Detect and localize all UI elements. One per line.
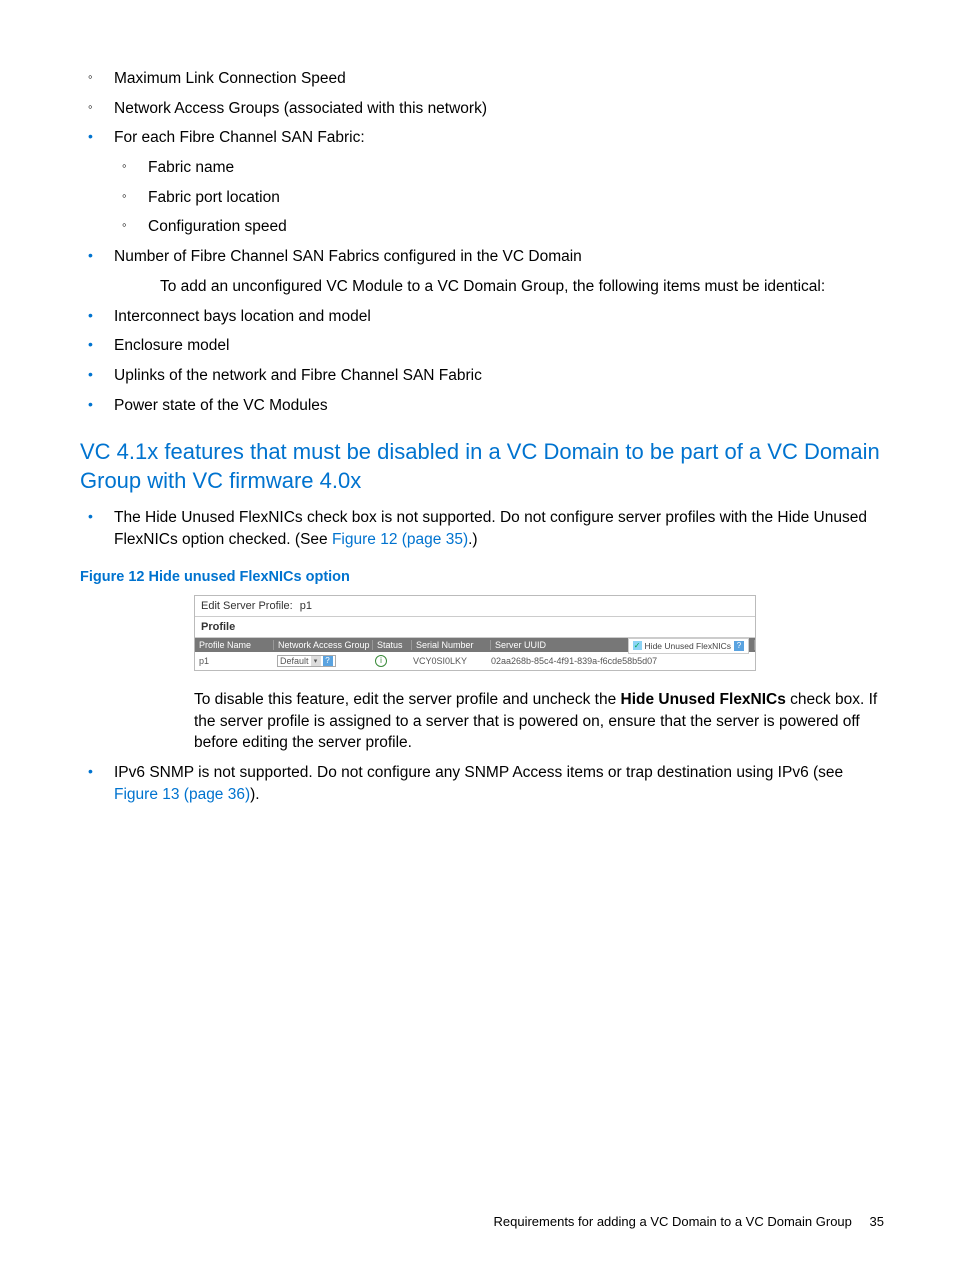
feature2-text-a: IPv6 SNMP is not supported. Do not confi…: [114, 764, 843, 781]
list-item: The Hide Unused FlexNICs check box is no…: [80, 507, 884, 550]
page-number: 35: [870, 1214, 884, 1229]
identical-items-list: Interconnect bays location and model Enc…: [80, 306, 884, 417]
hide-flexnics-label: Hide Unused FlexNICs: [645, 641, 731, 651]
feature1-text-b: .): [468, 531, 477, 548]
list-item: Fabric name: [114, 157, 884, 179]
section-heading: VC 4.1x features that must be disabled i…: [80, 438, 884, 495]
figure-12-caption: Figure 12 Hide unused FlexNICs option: [80, 569, 884, 585]
figure-12: Edit Server Profile: p1 Profile Profile …: [194, 595, 756, 671]
edit-profile-row: Edit Server Profile: p1: [195, 596, 755, 616]
list-item: Maximum Link Connection Speed: [80, 68, 884, 90]
fc-sublist: Fabric name Fabric port location Configu…: [114, 157, 884, 238]
header-nag: Network Access Group: [274, 640, 373, 650]
chevron-down-icon[interactable]: ▾: [311, 656, 321, 666]
cell-status: i: [371, 655, 409, 667]
status-ok-icon: i: [375, 655, 387, 667]
header-profile-name: Profile Name: [195, 640, 274, 650]
network-sublist: Maximum Link Connection Speed Network Ac…: [80, 68, 884, 119]
figure-12-link[interactable]: Figure 12 (page 35): [332, 531, 468, 548]
cell-profile-name: p1: [195, 656, 273, 666]
cell-uuid: 02aa268b-85c4-4f91-839a-f6cde58b5d07: [487, 656, 755, 666]
document-page: Maximum Link Connection Speed Network Ac…: [0, 0, 954, 853]
feature2-text-b: ).: [250, 786, 259, 803]
list-item: Configuration speed: [114, 216, 884, 238]
nag-select[interactable]: Default ▾ ?: [277, 655, 336, 667]
disable-text-bold: Hide Unused FlexNICs: [621, 691, 786, 708]
list-item: Interconnect bays location and model: [80, 306, 884, 328]
edit-profile-label: Edit Server Profile:: [201, 600, 293, 612]
cell-serial: VCY0SI0LKY: [409, 656, 487, 666]
figure-13-link[interactable]: Figure 13 (page 36): [114, 786, 250, 803]
feature1-text-a: The Hide Unused FlexNICs check box is no…: [114, 509, 867, 548]
list-item: Enclosure model: [80, 335, 884, 357]
nag-value: Default: [280, 656, 309, 666]
list-item: Number of Fibre Channel SAN Fabrics conf…: [80, 246, 884, 268]
features-list-2: IPv6 SNMP is not supported. Do not confi…: [80, 762, 884, 805]
disable-text-a: To disable this feature, edit the server…: [194, 691, 621, 708]
header-serial: Serial Number: [412, 640, 491, 650]
features-list: The Hide Unused FlexNICs check box is no…: [80, 507, 884, 550]
list-item: Power state of the VC Modules: [80, 395, 884, 417]
checkbox-icon[interactable]: ✓: [633, 641, 642, 650]
fc-bullet-list: For each Fibre Channel SAN Fabric: Fabri…: [80, 127, 884, 267]
list-item: Uplinks of the network and Fibre Channel…: [80, 365, 884, 387]
list-item: For each Fibre Channel SAN Fabric: Fabri…: [80, 127, 884, 238]
table-row: p1 Default ▾ ? i VCY0SI0LKY 02aa268b-85c…: [195, 652, 755, 670]
help-icon[interactable]: ?: [323, 656, 333, 666]
cell-nag: Default ▾ ?: [273, 655, 371, 667]
list-item: Fabric port location: [114, 187, 884, 209]
header-status: Status: [373, 640, 412, 650]
fc-item-label: For each Fibre Channel SAN Fabric:: [114, 129, 365, 146]
edit-profile-value: p1: [300, 600, 312, 612]
profile-section-label: Profile: [195, 616, 755, 637]
add-unconfigured-para: To add an unconfigured VC Module to a VC…: [160, 276, 884, 298]
list-item: IPv6 SNMP is not supported. Do not confi…: [80, 762, 884, 805]
footer-text: Requirements for adding a VC Domain to a…: [494, 1214, 852, 1229]
disable-feature-para: To disable this feature, edit the server…: [194, 689, 884, 754]
list-item: Network Access Groups (associated with t…: [80, 98, 884, 120]
help-icon[interactable]: ?: [734, 641, 744, 651]
profile-table-wrap: Profile Name Network Access Group Status…: [195, 637, 755, 670]
page-footer: Requirements for adding a VC Domain to a…: [494, 1214, 885, 1229]
hide-flexnics-checkbox-group[interactable]: ✓ Hide Unused FlexNICs ?: [628, 638, 749, 654]
